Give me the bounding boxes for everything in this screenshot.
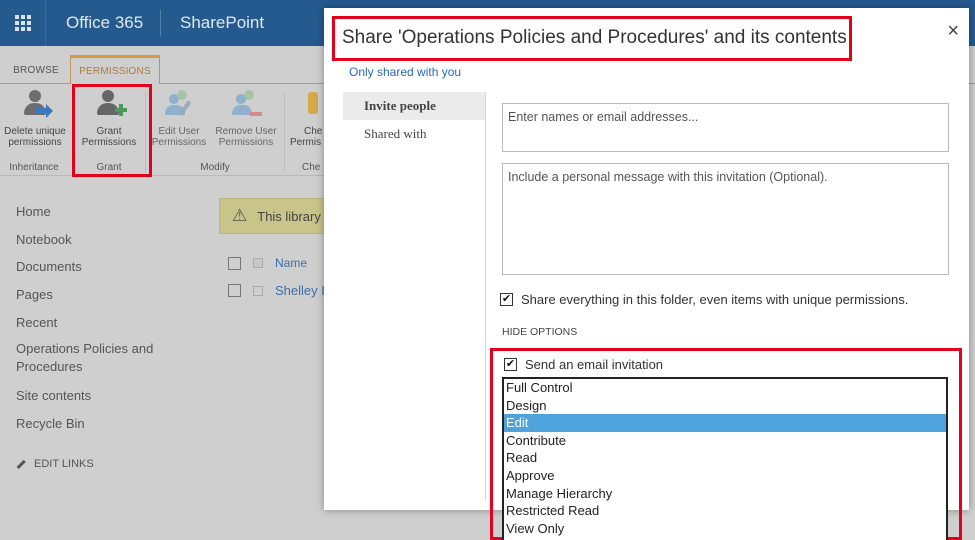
permission-option-approve[interactable]: Approve xyxy=(504,467,946,485)
warning-text: This library xyxy=(257,208,321,224)
warning-icon: ⚠ xyxy=(232,206,248,225)
quick-launch-nav: Home Notebook Documents Pages Recent Ope… xyxy=(16,202,196,442)
nav-item-pages[interactable]: Pages xyxy=(16,285,196,313)
nav-item-recent[interactable]: Recent xyxy=(16,313,196,341)
share-everything-option: ✔ Share everything in this folder, even … xyxy=(500,292,908,307)
list-item: Shelley I xyxy=(228,283,325,298)
delete-unique-permissions-button[interactable]: Delete unique permissions xyxy=(0,88,70,148)
tab-permissions[interactable]: PERMISSIONS xyxy=(70,55,160,84)
share-everything-checkbox[interactable]: ✔ xyxy=(500,293,513,306)
column-header-name[interactable]: Name xyxy=(275,256,307,270)
permission-level-list[interactable]: Full Control Design Edit Contribute Read… xyxy=(502,377,948,540)
file-type-icon xyxy=(253,285,263,296)
group-label-modify: Modify xyxy=(200,162,230,173)
permission-option-edit[interactable]: Edit xyxy=(504,414,946,432)
file-type-icon xyxy=(253,258,263,268)
send-email-label: Send an email invitation xyxy=(525,357,664,372)
tab-browse[interactable]: BROWSE xyxy=(6,56,66,84)
suite-divider xyxy=(160,10,161,36)
library-warning-banner: ⚠ This library xyxy=(219,198,329,234)
edit-links-label: EDIT LINKS xyxy=(34,458,94,470)
app-launcher-button[interactable] xyxy=(0,0,46,46)
delete-permissions-icon xyxy=(19,88,53,122)
nav-item-operations-policies[interactable]: Operations Policies and Procedures xyxy=(16,340,166,386)
button-label: Delete unique xyxy=(4,126,66,137)
edit-links-button[interactable]: EDIT LINKS xyxy=(16,458,94,470)
message-textarea[interactable]: Include a personal message with this inv… xyxy=(502,163,949,275)
edit-user-permissions-button[interactable]: Edit User Permissions xyxy=(150,88,208,148)
share-everything-label: Share everything in this folder, even it… xyxy=(521,292,909,307)
nav-item-home[interactable]: Home xyxy=(16,202,196,230)
sharepoint-link[interactable]: SharePoint xyxy=(180,13,264,33)
shared-status-link[interactable]: Only shared with you xyxy=(349,65,461,79)
list-header-row: Name xyxy=(228,256,307,270)
group-label-inheritance: Inheritance xyxy=(9,162,59,173)
list-item-name[interactable]: Shelley I xyxy=(275,283,325,298)
names-input[interactable]: Enter names or email addresses... xyxy=(502,103,949,152)
button-label: Permissions xyxy=(218,137,274,148)
permission-option-read[interactable]: Read xyxy=(504,449,946,467)
permission-option-contribute[interactable]: Contribute xyxy=(504,432,946,450)
dialog-divider xyxy=(485,92,486,500)
button-label: Permissions xyxy=(151,137,207,148)
row-checkbox[interactable] xyxy=(228,284,241,297)
permission-option-manage-hierarchy[interactable]: Manage Hierarchy xyxy=(504,485,946,503)
ribbon: Delete unique permissions Inheritance Gr… xyxy=(0,84,330,176)
tab-shared-with[interactable]: Shared with xyxy=(343,120,485,148)
ribbon-divider xyxy=(284,92,285,172)
permission-option-design[interactable]: Design xyxy=(504,397,946,415)
permission-option-full-control[interactable]: Full Control xyxy=(504,379,946,397)
close-icon[interactable]: × xyxy=(947,20,959,43)
permission-option-restricted-read[interactable]: Restricted Read xyxy=(504,502,946,520)
edit-user-permissions-icon xyxy=(163,88,195,122)
pencil-icon xyxy=(16,459,26,469)
send-email-checkbox[interactable]: ✔ xyxy=(504,358,517,371)
button-label: Remove User xyxy=(215,126,277,137)
send-email-option: ✔ Send an email invitation xyxy=(504,357,663,372)
nav-item-site-contents[interactable]: Site contents xyxy=(16,386,196,414)
permission-option-view-only[interactable]: View Only xyxy=(504,520,946,538)
button-label: Edit User xyxy=(158,126,200,137)
tab-invite-people[interactable]: Invite people xyxy=(343,92,485,120)
button-label: permissions xyxy=(8,137,62,148)
dialog-title: Share 'Operations Policies and Procedure… xyxy=(342,27,847,48)
dialog-side-tabs: Invite people Shared with xyxy=(343,92,485,148)
select-all-checkbox[interactable] xyxy=(228,256,241,270)
grant-highlight-box xyxy=(72,84,152,177)
remove-user-permissions-icon xyxy=(230,88,262,122)
nav-item-documents[interactable]: Documents xyxy=(16,257,196,285)
remove-user-permissions-button[interactable]: Remove User Permissions xyxy=(212,88,280,148)
waffle-icon xyxy=(14,15,31,31)
nav-item-notebook[interactable]: Notebook xyxy=(16,230,196,258)
office-365-link[interactable]: Office 365 xyxy=(66,13,143,33)
nav-item-recycle-bin[interactable]: Recycle Bin xyxy=(16,414,196,442)
hide-options-link[interactable]: HIDE OPTIONS xyxy=(502,326,577,338)
